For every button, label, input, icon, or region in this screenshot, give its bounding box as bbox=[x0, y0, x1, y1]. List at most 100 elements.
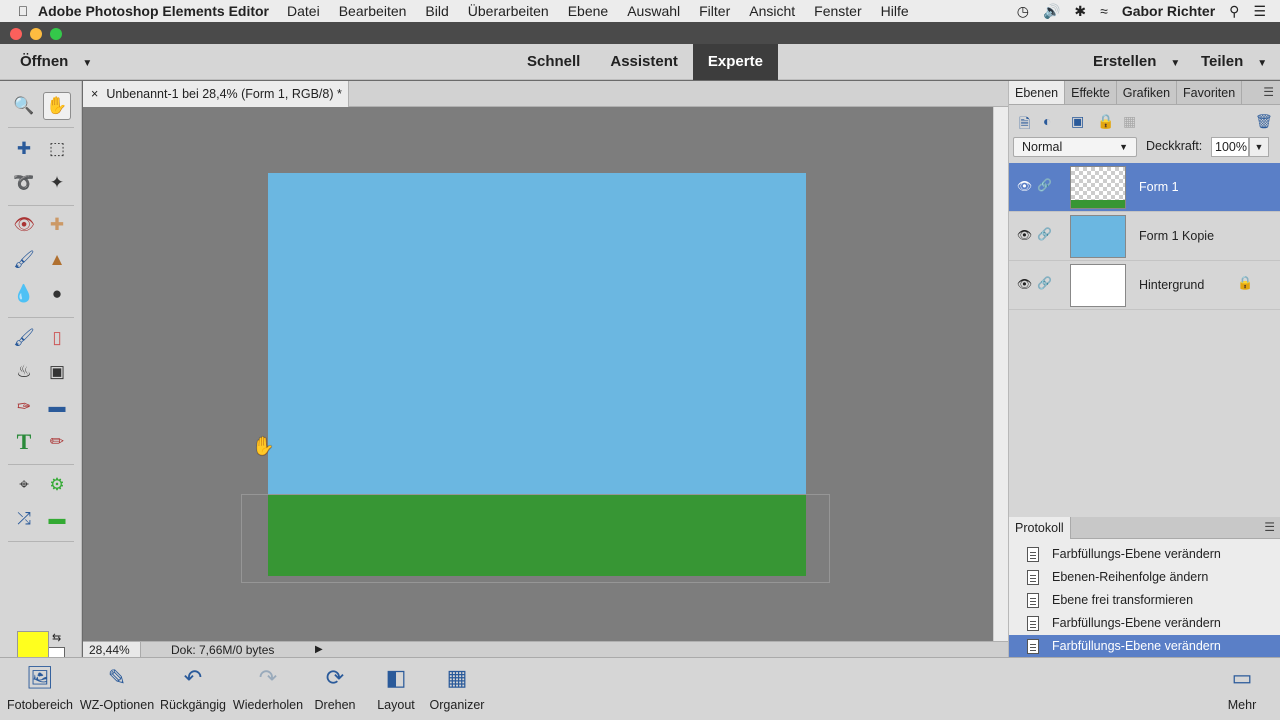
content-aware-move-tool-icon[interactable]: ⤮ bbox=[10, 505, 38, 533]
layer-row-form-1-kopie[interactable]: 👁 🔗 Form 1 Kopie bbox=[1009, 212, 1280, 261]
create-button[interactable]: Erstellen ▼ bbox=[1093, 53, 1180, 70]
history-item[interactable]: Ebene frei transformieren bbox=[1009, 589, 1280, 612]
transform-bounding-box[interactable] bbox=[241, 494, 830, 583]
healing-brush-tool-icon[interactable]: ✚ bbox=[43, 211, 71, 239]
trash-icon[interactable]: 🗑 bbox=[1255, 113, 1273, 130]
panel-menu-icon[interactable]: ☰ bbox=[1263, 85, 1274, 99]
zoom-window-icon[interactable] bbox=[50, 28, 62, 40]
organizer-button[interactable]: ▦ Organizer bbox=[426, 658, 488, 720]
apple-icon[interactable]:  bbox=[8, 3, 38, 19]
redo-button[interactable]: ↷ Wiederholen bbox=[230, 658, 306, 720]
layer-name: Form 1 Kopie bbox=[1139, 229, 1215, 243]
paint-bucket-tool-icon[interactable]: ♨ bbox=[10, 358, 38, 386]
opacity-input[interactable]: 100% bbox=[1211, 137, 1249, 157]
pencil-tool-icon[interactable]: ✏ bbox=[43, 428, 71, 456]
eye-icon[interactable]: 👁 bbox=[1017, 228, 1032, 242]
layout-button[interactable]: ◧ Layout bbox=[370, 658, 422, 720]
tab-grafiken[interactable]: Grafiken bbox=[1117, 81, 1178, 104]
link-icon[interactable]: 🔗 bbox=[1037, 178, 1052, 192]
time-machine-icon[interactable]: ◷ bbox=[1017, 3, 1029, 20]
type-tool-icon[interactable]: T bbox=[10, 428, 38, 456]
history-item[interactable]: Farbfüllungs-Ebene verändern bbox=[1009, 612, 1280, 635]
brush-tool-icon[interactable]: 🖌 bbox=[10, 324, 38, 352]
app-name-menu[interactable]: Adobe Photoshop Elements Editor bbox=[38, 3, 269, 19]
lock-transparency-icon[interactable]: ▦ bbox=[1123, 113, 1136, 130]
menu-ueberarbeiten[interactable]: Überarbeiten bbox=[468, 3, 549, 19]
background-lock-icon[interactable]: 🔒 bbox=[1237, 275, 1253, 291]
opacity-dropdown-icon[interactable]: ▼ bbox=[1249, 137, 1269, 157]
mode-assistent[interactable]: Assistent bbox=[595, 44, 693, 80]
vertical-scrollbar[interactable] bbox=[993, 107, 1008, 641]
swap-colors-icon[interactable]: ⇆ bbox=[52, 631, 61, 644]
crop-tool-icon[interactable]: ⌖ bbox=[10, 471, 38, 499]
eyedropper-tool-icon[interactable]: ✑ bbox=[10, 393, 38, 421]
magic-wand-tool-icon[interactable]: ✦ bbox=[43, 169, 71, 197]
tab-protokoll[interactable]: Protokoll bbox=[1009, 517, 1071, 539]
blur-tool-icon[interactable]: 💧 bbox=[10, 280, 38, 308]
sponge-tool-icon[interactable]: ● bbox=[43, 280, 71, 308]
panel-menu-icon[interactable]: ☰ bbox=[1264, 520, 1275, 534]
close-window-icon[interactable] bbox=[10, 28, 22, 40]
adjustment-layer-icon[interactable]: ◐ bbox=[1043, 113, 1051, 129]
gradient-tool-icon[interactable]: ▣ bbox=[43, 358, 71, 386]
new-layer-icon[interactable]: 🗎 bbox=[1019, 113, 1030, 137]
straighten-tool-icon[interactable]: ▬ bbox=[43, 505, 71, 533]
lock-icon[interactable]: 🔒 bbox=[1097, 113, 1114, 130]
undo-button[interactable]: ↶ Rückgängig bbox=[158, 658, 228, 720]
tab-effekte[interactable]: Effekte bbox=[1065, 81, 1117, 104]
share-button[interactable]: Teilen ▼ bbox=[1201, 53, 1267, 70]
layer-row-form-1[interactable]: 👁 🔗 Form 1 bbox=[1009, 163, 1280, 212]
shape-tool-icon[interactable]: ▬ bbox=[43, 393, 71, 421]
menu-bearbeiten[interactable]: Bearbeiten bbox=[339, 3, 407, 19]
clone-stamp-tool-icon[interactable]: ▲ bbox=[43, 246, 71, 274]
tab-favoriten[interactable]: Favoriten bbox=[1177, 81, 1243, 104]
menu-filter[interactable]: Filter bbox=[699, 3, 730, 19]
red-eye-tool-icon[interactable]: 👁 bbox=[10, 211, 38, 239]
menu-auswahl[interactable]: Auswahl bbox=[627, 3, 680, 19]
eraser-tool-icon[interactable]: ▯ bbox=[43, 324, 71, 352]
document-tab[interactable]: × Unbenannt-1 bei 28,4% (Form 1, RGB/8) * bbox=[83, 81, 349, 107]
layer-mask-icon[interactable]: ▣ bbox=[1071, 113, 1084, 130]
photo-bin-button[interactable]: 🖼 Fotobereich bbox=[4, 658, 76, 720]
eye-icon[interactable]: 👁 bbox=[1017, 179, 1032, 193]
list-icon[interactable]: ☰ bbox=[1253, 3, 1266, 20]
hand-tool-icon[interactable]: ✋ bbox=[43, 92, 71, 120]
minimize-window-icon[interactable] bbox=[30, 28, 42, 40]
volume-icon[interactable]: 🔊 bbox=[1043, 3, 1060, 20]
lasso-tool-icon[interactable]: ➰ bbox=[10, 169, 38, 197]
zoom-level-field[interactable]: 28,44% bbox=[83, 642, 141, 658]
bluetooth-icon[interactable]: ✱ bbox=[1074, 3, 1086, 20]
rotate-button[interactable]: ⟳ Drehen bbox=[308, 658, 362, 720]
tab-ebenen[interactable]: Ebenen bbox=[1009, 81, 1066, 104]
user-name[interactable]: Gabor Richter bbox=[1122, 3, 1215, 19]
menu-datei[interactable]: Datei bbox=[287, 3, 320, 19]
sky-shape-layer[interactable] bbox=[268, 173, 806, 495]
zoom-tool-icon[interactable]: 🔍 bbox=[10, 92, 38, 120]
menu-bild[interactable]: Bild bbox=[425, 3, 448, 19]
marquee-tool-icon[interactable]: ⬚ bbox=[43, 135, 71, 163]
history-item[interactable]: Ebenen-Reihenfolge ändern bbox=[1009, 566, 1280, 589]
smart-brush-tool-icon[interactable]: 🖌 bbox=[10, 246, 38, 274]
tool-options-button[interactable]: ✎ WZ-Optionen bbox=[78, 658, 156, 720]
menu-ansicht[interactable]: Ansicht bbox=[749, 3, 795, 19]
menu-ebene[interactable]: Ebene bbox=[568, 3, 608, 19]
menu-fenster[interactable]: Fenster bbox=[814, 3, 861, 19]
open-button[interactable]: Öffnen ▼ bbox=[20, 53, 92, 70]
status-menu-arrow-icon[interactable]: ▶ bbox=[315, 642, 323, 658]
link-icon[interactable]: 🔗 bbox=[1037, 276, 1052, 290]
history-item[interactable]: Farbfüllungs-Ebene verändern bbox=[1009, 543, 1280, 566]
menu-hilfe[interactable]: Hilfe bbox=[881, 3, 909, 19]
layer-row-hintergrund[interactable]: 👁 🔗 Hintergrund 🔒 bbox=[1009, 261, 1280, 310]
wifi-icon[interactable]: ≈ bbox=[1100, 3, 1108, 19]
close-tab-icon[interactable]: × bbox=[91, 87, 98, 101]
history-item-current[interactable]: Farbfüllungs-Ebene verändern bbox=[1009, 635, 1280, 658]
recompose-tool-icon[interactable]: ⚙ bbox=[43, 471, 71, 499]
search-icon[interactable]: ⚲ bbox=[1229, 3, 1239, 20]
more-button[interactable]: ▭ Mehr bbox=[1220, 658, 1264, 720]
link-icon[interactable]: 🔗 bbox=[1037, 227, 1052, 241]
blend-mode-select[interactable]: Normal ▼ bbox=[1013, 137, 1137, 157]
eye-icon[interactable]: 👁 bbox=[1017, 277, 1032, 291]
mode-schnell[interactable]: Schnell bbox=[512, 44, 595, 80]
move-tool-icon[interactable]: ✚ bbox=[10, 135, 38, 163]
mode-experte[interactable]: Experte bbox=[692, 44, 778, 80]
